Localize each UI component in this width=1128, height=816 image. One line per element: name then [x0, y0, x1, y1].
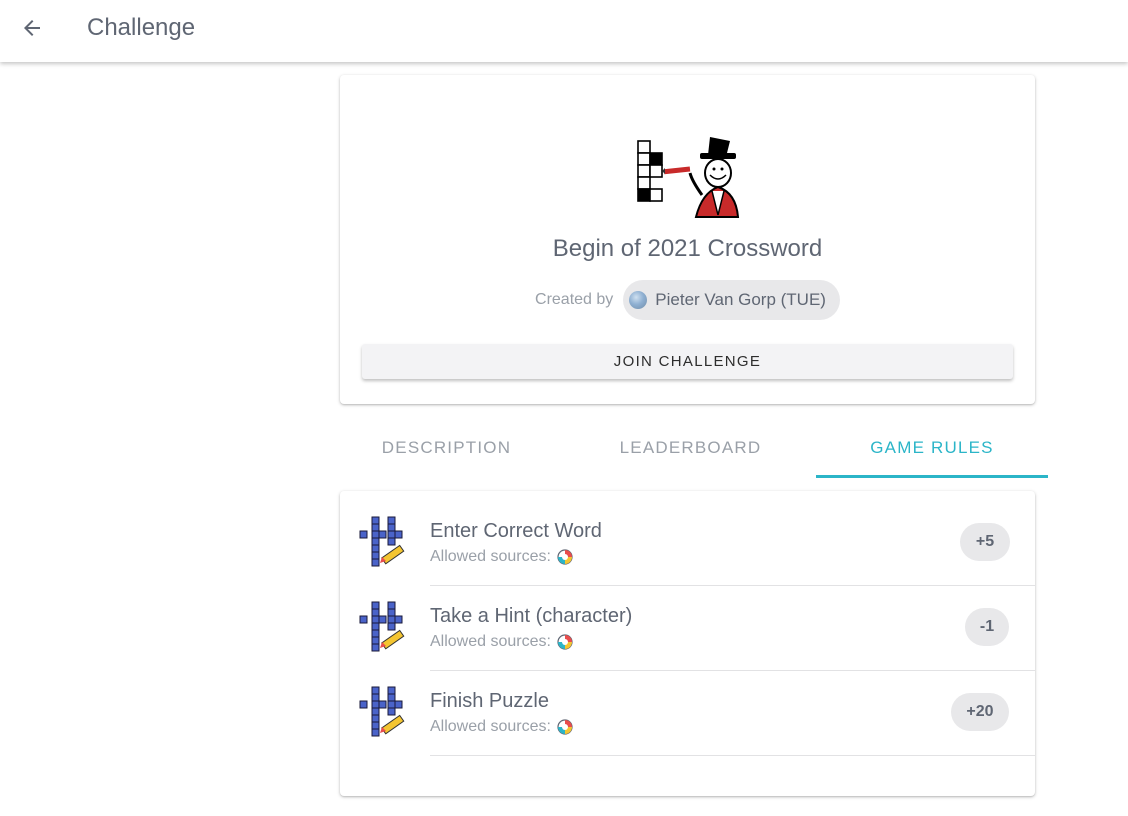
points-badge: -1: [965, 608, 1009, 646]
page-title: Challenge: [87, 14, 196, 41]
rule-sources: Allowed sources:: [430, 548, 573, 566]
tab-game-rules[interactable]: GAME RULES: [816, 420, 1048, 476]
created-by-label: Created by: [535, 291, 614, 308]
rule-name: Enter Correct Word: [430, 520, 602, 542]
crossword-app-icon[interactable]: [557, 634, 573, 650]
creator-chip[interactable]: Pieter Van Gorp (TUE): [623, 280, 840, 320]
points-badge: +5: [960, 523, 1010, 561]
crossword-puzzler-icon: [637, 137, 740, 218]
app-bar: Challenge: [0, 0, 1128, 62]
rule-sources: Allowed sources:: [430, 633, 573, 651]
game-rules-card: Enter Correct Word Allowed sources: +5 T…: [340, 491, 1035, 796]
crossword-pencil-icon: [359, 686, 405, 737]
rule-name: Take a Hint (character): [430, 605, 633, 627]
crossword-app-icon[interactable]: [557, 549, 573, 565]
tab-description[interactable]: DESCRIPTION: [328, 420, 565, 476]
back-button[interactable]: [12, 8, 52, 48]
allowed-sources-label: Allowed sources:: [430, 633, 551, 650]
points-badge: +20: [951, 693, 1009, 731]
join-challenge-button[interactable]: JOIN CHALLENGE: [362, 344, 1013, 379]
allowed-sources-label: Allowed sources:: [430, 718, 551, 735]
list-item[interactable]: Enter Correct Word Allowed sources: +5: [340, 491, 1035, 586]
tab-bar: DESCRIPTION LEADERBOARD GAME RULES: [328, 420, 1048, 478]
arrow-left-icon: [24, 20, 40, 36]
crossword-pencil-icon: [359, 601, 405, 652]
creator-name: Pieter Van Gorp (TUE): [655, 290, 826, 309]
challenge-card: Begin of 2021 Crossword Created by Piete…: [340, 75, 1035, 404]
user-avatar-icon: [629, 291, 648, 309]
list-item[interactable]: Finish Puzzle Allowed sources: +20: [340, 661, 1035, 756]
list-item[interactable]: Take a Hint (character) Allowed sources:…: [340, 576, 1035, 671]
divider: [430, 755, 1035, 756]
rule-name: Finish Puzzle: [430, 690, 549, 712]
crossword-pencil-icon: [359, 516, 405, 567]
tab-leaderboard[interactable]: LEADERBOARD: [572, 420, 809, 476]
challenge-title: Begin of 2021 Crossword: [552, 235, 823, 262]
active-tab-indicator: [816, 475, 1048, 478]
crossword-app-icon[interactable]: [557, 719, 573, 735]
rule-sources: Allowed sources:: [430, 718, 573, 736]
allowed-sources-label: Allowed sources:: [430, 548, 551, 565]
creator-row: Created by Pieter Van Gorp (TUE): [340, 280, 1035, 320]
